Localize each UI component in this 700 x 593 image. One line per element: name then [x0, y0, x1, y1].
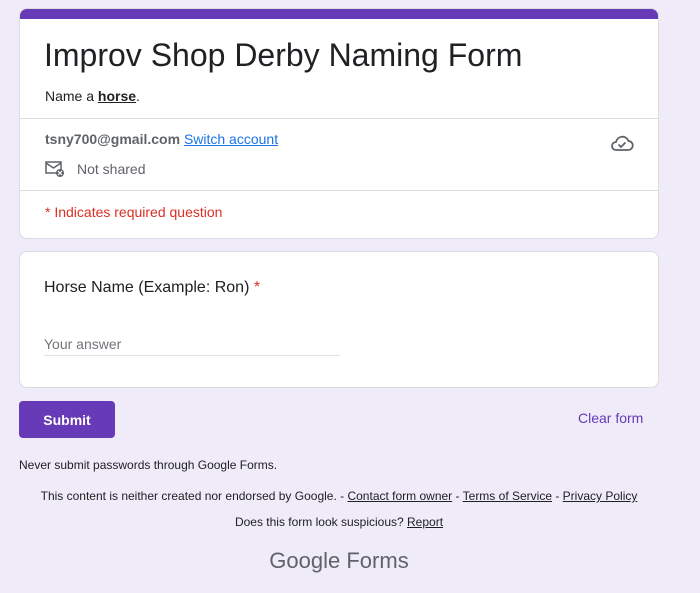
form-header-card: Improv Shop Derby Naming Form Name a hor… [19, 8, 659, 239]
suspicious-text: Does this form look suspicious? [234, 515, 408, 529]
answer-input[interactable] [44, 332, 340, 356]
description-suffix: . [136, 88, 140, 104]
switch-account-link[interactable]: Switch account [184, 131, 278, 147]
terms-link[interactable]: Terms of Service [463, 489, 552, 503]
required-asterisk: * [253, 279, 261, 296]
cloud-done-icon [611, 135, 634, 151]
not-shared-label: Not shared [77, 161, 146, 177]
required-note: * Indicates required question [45, 204, 223, 220]
form-title: Improv Shop Derby Naming Form [44, 37, 523, 73]
disclaimer: This content is neither created nor endo… [0, 489, 678, 503]
accent-bar [20, 9, 658, 19]
disclaimer-text: This content is neither created nor endo… [40, 489, 348, 503]
sharing-status: Not shared [45, 160, 145, 178]
separator: - [452, 489, 463, 503]
mail-off-icon [45, 161, 64, 177]
brand-forms: Forms [340, 548, 409, 573]
clear-form-button[interactable]: Clear form [578, 410, 643, 426]
report-link[interactable]: Report [407, 515, 443, 529]
contact-owner-link[interactable]: Contact form owner [347, 489, 452, 503]
google-forms-logo[interactable]: Google Forms [0, 548, 678, 574]
description-prefix: Name a [45, 88, 98, 104]
question-label: Horse Name (Example: Ron) [44, 279, 250, 296]
password-warning: Never submit passwords through Google Fo… [19, 458, 278, 472]
account-row: tsny700@gmail.com Switch account [45, 131, 278, 147]
account-email: tsny700@gmail.com [45, 131, 181, 147]
privacy-link[interactable]: Privacy Policy [563, 489, 638, 503]
form-description: Name a horse. [45, 88, 140, 104]
divider [20, 118, 658, 119]
brand-google: Google [269, 548, 341, 573]
question-card: Horse Name (Example: Ron) * [19, 251, 659, 388]
description-bold: horse [97, 88, 137, 104]
suspicious-row: Does this form look suspicious? Report [0, 515, 678, 529]
separator: - [552, 489, 563, 503]
question-title: Horse Name (Example: Ron) * [44, 279, 260, 297]
submit-button[interactable]: Submit [19, 401, 115, 438]
divider [20, 190, 658, 191]
